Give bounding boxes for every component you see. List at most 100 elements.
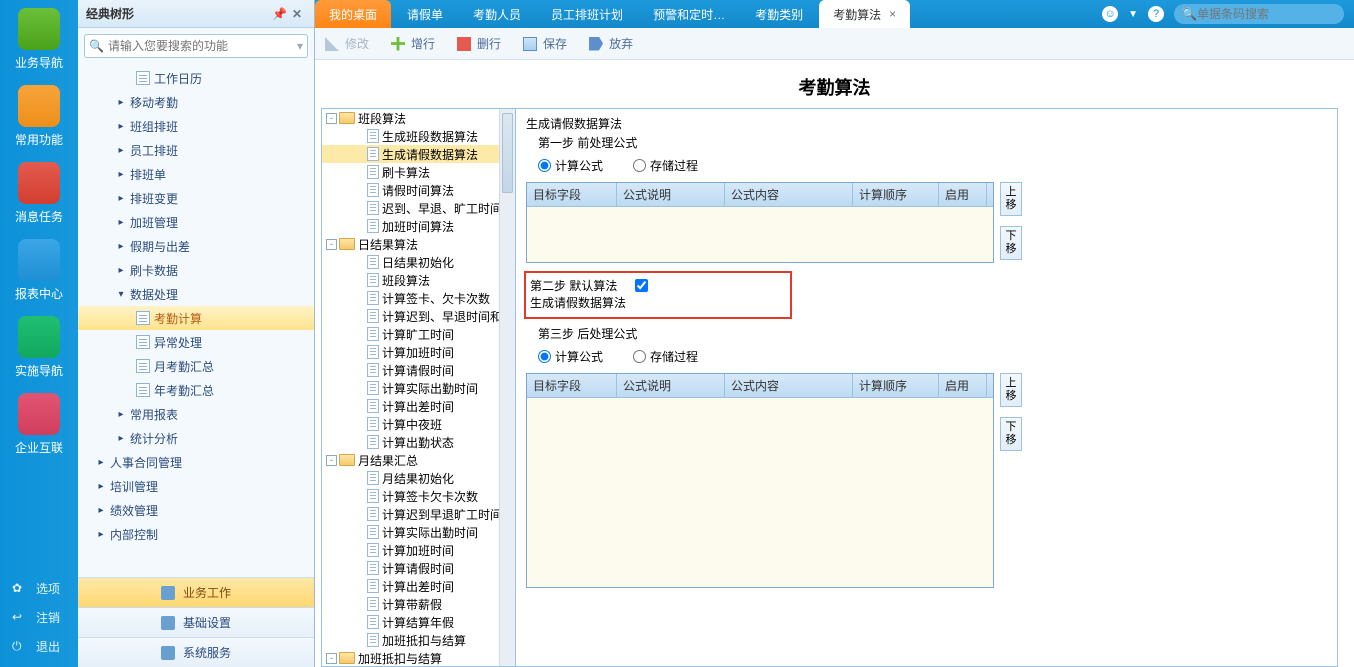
edit-button[interactable]: 修改	[325, 35, 369, 52]
sidebar-tree-item[interactable]: ▸人事合同管理	[78, 450, 314, 474]
sidebar-tree-item[interactable]: 考勤计算	[78, 306, 314, 330]
algo-tree-item[interactable]: 迟到、早退、旷工时间	[322, 199, 515, 217]
algo-tree-item[interactable]: 计算实际出勤时间	[322, 379, 515, 397]
sidebar-btn-base[interactable]: 基础设置	[78, 607, 314, 637]
algo-tree-item[interactable]: 生成班段数据算法	[322, 127, 515, 145]
sidebar-tree-item[interactable]: 异常处理	[78, 330, 314, 354]
algo-tree-item[interactable]: 计算出差时间	[322, 397, 515, 415]
rail-item-biznav[interactable]: 业务导航	[0, 0, 78, 77]
expand-icon[interactable]: -	[326, 113, 337, 124]
algo-tree-item[interactable]: 计算签卡、欠卡次数	[322, 289, 515, 307]
sidebar-tree-item[interactable]: ▸统计分析	[78, 426, 314, 450]
radio-calc-3-input[interactable]	[538, 350, 551, 363]
scrollbar-thumb[interactable]	[502, 113, 513, 193]
sidebar-tree-item[interactable]: ▸排班变更	[78, 186, 314, 210]
algo-tree-item[interactable]: 计算实际出勤时间	[322, 523, 515, 541]
expand-icon[interactable]: -	[326, 653, 337, 664]
expand-icon[interactable]: -	[326, 455, 337, 466]
sidebar-tree-item[interactable]: ▸绩效管理	[78, 498, 314, 522]
algo-tree-item[interactable]: 计算加班时间	[322, 541, 515, 559]
tab[interactable]: 员工排班计划	[537, 0, 637, 28]
grid-col[interactable]: 公式说明	[617, 183, 725, 206]
radio-proc-3-input[interactable]	[633, 350, 646, 363]
rail-options[interactable]: ✿选项	[0, 574, 78, 603]
scrollbar[interactable]	[499, 109, 515, 666]
grid-col[interactable]: 公式内容	[725, 374, 853, 397]
expand-icon[interactable]: -	[326, 239, 337, 250]
global-search[interactable]: 🔍	[1174, 4, 1344, 24]
algo-tree-item[interactable]: 计算加班时间	[322, 343, 515, 361]
algo-tree-item[interactable]: -加班抵扣与结算	[322, 649, 515, 667]
rail-item-report[interactable]: 报表中心	[0, 231, 78, 308]
help-icon[interactable]: ?	[1148, 6, 1164, 22]
close-icon[interactable]: ✕	[292, 7, 306, 21]
algo-tree-item[interactable]: -月结果汇总	[322, 451, 515, 469]
rail-exit[interactable]: ⏻退出	[0, 632, 78, 661]
discard-button[interactable]: 放弃	[589, 35, 633, 52]
move-down-button[interactable]: 下移	[1000, 226, 1022, 260]
algo-tree-item[interactable]: 计算迟到早退旷工时间	[322, 505, 515, 523]
sidebar-tree-item[interactable]: 年考勤汇总	[78, 378, 314, 402]
search-input[interactable]	[108, 39, 297, 53]
sidebar-tree-item[interactable]: ▸培训管理	[78, 474, 314, 498]
algo-tree-item[interactable]: 计算签卡欠卡次数	[322, 487, 515, 505]
step2-checkbox[interactable]	[635, 279, 648, 292]
grid-col[interactable]: 计算顺序	[853, 183, 939, 206]
algo-tree-item[interactable]: 计算出差时间	[322, 577, 515, 595]
global-search-input[interactable]	[1197, 7, 1352, 21]
algo-tree-item[interactable]: 计算带薪假	[322, 595, 515, 613]
algo-tree-item[interactable]: 计算中夜班	[322, 415, 515, 433]
grid-col[interactable]: 目标字段	[527, 374, 617, 397]
step3-grid[interactable]: 目标字段 公式说明 公式内容 计算顺序 启用	[526, 373, 994, 588]
algo-tree-item[interactable]: 请假时间算法	[322, 181, 515, 199]
algo-tree-item[interactable]: 刷卡算法	[322, 163, 515, 181]
grid-col[interactable]: 启用	[939, 183, 987, 206]
radio-proc-input[interactable]	[633, 159, 646, 172]
tab[interactable]: 考勤算法×	[819, 0, 910, 28]
algo-tree-item[interactable]: 加班抵扣与结算	[322, 631, 515, 649]
sidebar-tree-item[interactable]: ▸假期与出差	[78, 234, 314, 258]
tab-close-icon[interactable]: ×	[889, 7, 896, 21]
algo-tree-item[interactable]: 计算结算年假	[322, 613, 515, 631]
algo-tree-item[interactable]: 月结果初始化	[322, 469, 515, 487]
rail-item-msg[interactable]: 消息任务	[0, 154, 78, 231]
tab[interactable]: 考勤人员	[459, 0, 535, 28]
sidebar-tree-item[interactable]: ▸员工排班	[78, 138, 314, 162]
radio-calc-3[interactable]: 计算公式	[538, 348, 603, 365]
algo-tree-item[interactable]: 班段算法	[322, 271, 515, 289]
tab[interactable]: 考勤类别	[741, 0, 817, 28]
add-row-button[interactable]: 增行	[391, 35, 435, 52]
sidebar-tree-item[interactable]: ▸班组排班	[78, 114, 314, 138]
grid-body[interactable]	[527, 397, 993, 587]
grid-col[interactable]: 目标字段	[527, 183, 617, 206]
algo-tree-item[interactable]: 计算请假时间	[322, 361, 515, 379]
smile-icon[interactable]: ☺	[1102, 6, 1118, 22]
grid-col[interactable]: 公式内容	[725, 183, 853, 206]
sidebar-tree-item[interactable]: ▾数据处理	[78, 282, 314, 306]
grid-col[interactable]: 公式说明	[617, 374, 725, 397]
sidebar-tree-item[interactable]: 月考勤汇总	[78, 354, 314, 378]
tab[interactable]: 我的桌面	[315, 0, 391, 28]
grid-body[interactable]	[527, 206, 993, 262]
sidebar-btn-work[interactable]: 业务工作	[78, 577, 314, 607]
rail-item-fav[interactable]: 常用功能	[0, 77, 78, 154]
tab[interactable]: 预警和定时…	[639, 0, 739, 28]
step1-grid[interactable]: 目标字段 公式说明 公式内容 计算顺序 启用	[526, 182, 994, 263]
tab[interactable]: 请假单	[393, 0, 457, 28]
dropdown-icon[interactable]: ▾	[297, 39, 303, 53]
save-button[interactable]: 保存	[523, 35, 567, 52]
move-down-button[interactable]: 下移	[1000, 417, 1022, 451]
radio-calc[interactable]: 计算公式	[538, 157, 603, 174]
sidebar-tree-item[interactable]: ▸内部控制	[78, 522, 314, 546]
grid-col[interactable]: 启用	[939, 374, 987, 397]
sidebar-tree-item[interactable]: ▸常用报表	[78, 402, 314, 426]
algo-tree-item[interactable]: 计算请假时间	[322, 559, 515, 577]
pin-icon[interactable]: 📌	[272, 7, 286, 21]
move-up-button[interactable]: 上移	[1000, 373, 1022, 407]
grid-col[interactable]: 计算顺序	[853, 374, 939, 397]
move-up-button[interactable]: 上移	[1000, 182, 1022, 216]
chevron-down-icon[interactable]: ▼	[1128, 9, 1138, 20]
sidebar-tree-item[interactable]: ▸加班管理	[78, 210, 314, 234]
sidebar-btn-sys[interactable]: 系统服务	[78, 637, 314, 667]
sidebar-tree-item[interactable]: ▸移动考勤	[78, 90, 314, 114]
